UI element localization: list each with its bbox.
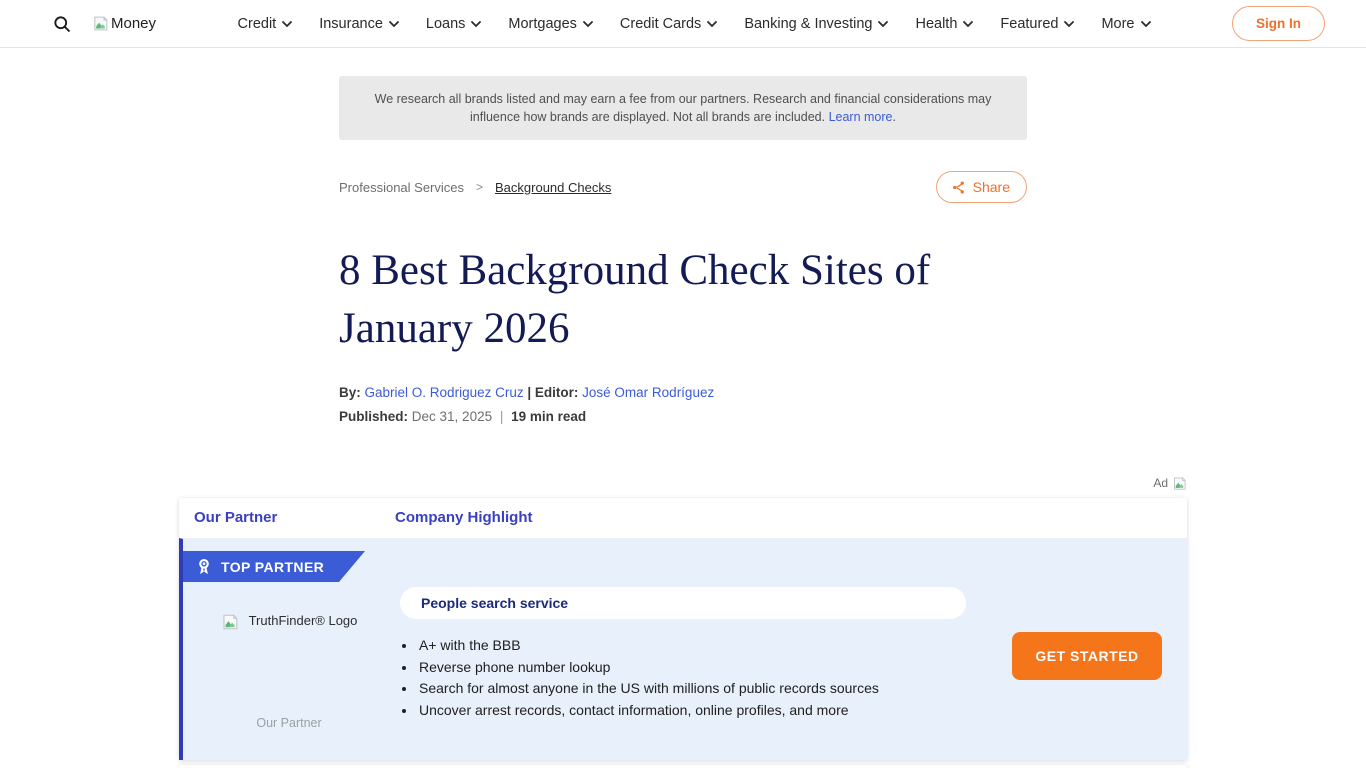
company-highlight-bullets: A+ with the BBB Reverse phone number loo… <box>417 635 1017 721</box>
read-time: 19 min read <box>511 409 586 424</box>
nav-item-banking-investing[interactable]: Banking & Investing <box>744 16 888 32</box>
chevron-down-icon <box>1064 21 1074 27</box>
top-partner-badge: TOP PARTNER <box>183 551 365 582</box>
truthfinder-logo-alt-text: TruthFinder® Logo <box>249 613 358 628</box>
chevron-down-icon <box>963 21 973 27</box>
published-date: Dec 31, 2025 <box>412 409 492 424</box>
highlight-pill-label: People search service <box>421 595 568 611</box>
top-partner-row: TOP PARTNER TruthFinder® Logo Our Partne… <box>179 538 1187 760</box>
top-partner-card: Our Partner Company Highlight TOP PARTNE… <box>179 498 1187 760</box>
author-link[interactable]: Gabriel O. Rodriguez Cruz <box>365 385 524 400</box>
nav-item-more[interactable]: More <box>1101 16 1150 32</box>
sign-in-button[interactable]: Sign In <box>1232 6 1325 41</box>
main-nav: Credit Insurance Loans Mortgages Credit … <box>238 16 1151 32</box>
award-ribbon-icon <box>196 558 212 576</box>
breadcrumb: Professional Services > Background Check… <box>339 180 611 195</box>
chevron-down-icon <box>471 21 481 27</box>
partner-card-header: Our Partner Company Highlight <box>179 498 1187 538</box>
chevron-down-icon <box>1141 21 1151 27</box>
nav-item-insurance[interactable]: Insurance <box>319 16 399 32</box>
logo-text: Money <box>111 15 156 32</box>
chevron-down-icon <box>878 21 888 27</box>
chevron-down-icon <box>707 21 717 27</box>
ad-badge: Ad <box>179 474 1187 492</box>
share-label: Share <box>973 179 1010 195</box>
nav-item-featured[interactable]: Featured <box>1000 16 1074 32</box>
breadcrumb-separator: > <box>476 180 483 194</box>
nav-item-mortgages[interactable]: Mortgages <box>508 16 593 32</box>
share-button[interactable]: Share <box>936 171 1027 203</box>
broken-image-icon <box>1172 476 1187 491</box>
nav-item-credit-cards[interactable]: Credit Cards <box>620 16 717 32</box>
top-partner-label: TOP PARTNER <box>221 559 324 575</box>
advertiser-disclosure: We research all brands listed and may ea… <box>339 76 1027 140</box>
broken-image-icon <box>221 613 239 631</box>
byline: By: Gabriel O. Rodriguez Cruz | Editor: … <box>339 385 1027 400</box>
broken-image-icon <box>92 15 109 32</box>
page-title: 8 Best Background Check Sites of January… <box>339 242 1029 358</box>
disclosure-text: We research all brands listed and may ea… <box>375 92 992 124</box>
editor-link[interactable]: José Omar Rodríguez <box>582 385 714 400</box>
share-icon <box>951 180 966 195</box>
company-highlight-column-header: Company Highlight <box>395 509 533 526</box>
ad-label: Ad <box>1153 476 1168 490</box>
partner-logo-block[interactable]: TruthFinder® Logo Our Partner <box>183 613 395 730</box>
search-icon[interactable] <box>52 14 72 34</box>
nav-item-credit[interactable]: Credit <box>238 16 293 32</box>
bullet-item: A+ with the BBB <box>417 635 1017 657</box>
our-partner-column-header: Our Partner <box>194 509 277 526</box>
our-partner-caption: Our Partner <box>183 716 395 730</box>
chevron-down-icon <box>282 21 292 27</box>
bullet-item: Search for almost anyone in the US with … <box>417 678 1017 700</box>
breadcrumb-professional-services[interactable]: Professional Services <box>339 180 464 195</box>
get-started-button[interactable]: GET STARTED <box>1012 632 1162 680</box>
published-line: Published: Dec 31, 2025 | 19 min read <box>339 409 1027 424</box>
chevron-down-icon <box>583 21 593 27</box>
bullet-item: Uncover arrest records, contact informat… <box>417 700 1017 722</box>
nav-item-health[interactable]: Health <box>915 16 973 32</box>
top-navigation-bar: Money Credit Insurance Loans Mortgages C… <box>0 0 1366 48</box>
company-highlight-pill: People search service <box>400 587 966 619</box>
learn-more-link[interactable]: Learn more <box>829 110 893 124</box>
money-logo[interactable]: Money <box>92 15 156 32</box>
bullet-item: Reverse phone number lookup <box>417 657 1017 679</box>
nav-item-loans[interactable]: Loans <box>426 16 482 32</box>
breadcrumb-background-checks[interactable]: Background Checks <box>495 180 611 195</box>
chevron-down-icon <box>389 21 399 27</box>
